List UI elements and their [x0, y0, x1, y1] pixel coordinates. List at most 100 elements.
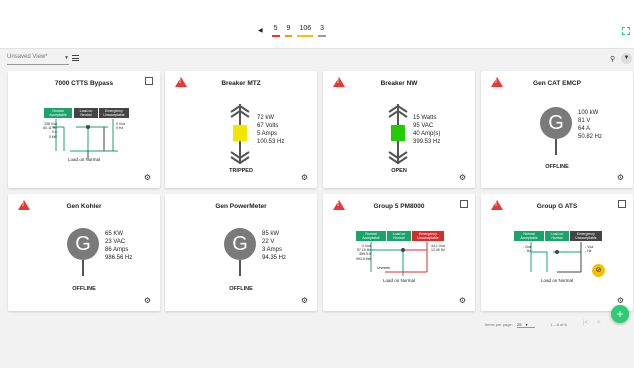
chevron-down-icon: ▼ [64, 55, 69, 61]
view-select-value: Unsaved View* [7, 54, 48, 60]
card-title: Breaker NW [380, 80, 418, 87]
right-frequency: 12.49 Hz [431, 248, 446, 253]
first-page-icon[interactable]: |< [583, 320, 588, 326]
load-status: Load on Normal [382, 278, 416, 283]
gear-icon[interactable]: ⚙ [459, 173, 466, 182]
filter-button[interactable]: ▼ [621, 53, 632, 64]
gear-icon[interactable]: ⚙ [301, 173, 308, 182]
list-icon[interactable] [72, 55, 79, 63]
previous-page-icon[interactable]: < [597, 320, 601, 326]
gear-icon[interactable]: ⚙ [144, 173, 151, 182]
expand-icon[interactable] [622, 27, 630, 35]
reading-voltage: 67 Volts [257, 123, 279, 129]
left-power: 0 kW [49, 134, 57, 139]
transfer-switch-diagram [52, 119, 118, 159]
reading-current: 64 A [578, 126, 591, 132]
items-per-page-label: Items per page: [485, 322, 513, 327]
card-title: Gen CAT EMCP [533, 80, 581, 87]
reading-frequency: 94.35 Hz [262, 255, 287, 261]
breaker-status: TRIPPED [229, 168, 253, 174]
reading-voltage: 22 V [262, 239, 275, 245]
reading-current: 40 Amp(s) [413, 131, 441, 137]
top-bar: ◀ 5 9 106 3 [0, 0, 634, 49]
right-values: 0 Vca 0 Hz [116, 122, 125, 130]
filter-icon: ▼ [623, 55, 630, 61]
card-group-g-ats[interactable]: ! Group G ATS Normal Acceptable Load on … [481, 194, 633, 311]
major-count[interactable]: 9 [284, 24, 293, 37]
card-breaker-nw[interactable]: ! Breaker NW 15 Watts 95 VAC 40 Amp(s) 3… [323, 71, 475, 188]
generator-icon: G [67, 228, 99, 260]
gear-icon[interactable]: ⚙ [617, 296, 624, 305]
alarm-counts: ◀ 5 9 106 3 [258, 24, 327, 37]
generator-icon: G [224, 228, 256, 260]
left-frequency: - Hz [524, 249, 531, 254]
breaker-status: OPEN [391, 168, 407, 174]
reading-frequency: 986.56 Hz [105, 255, 133, 261]
reading-power: 72 kW [257, 115, 275, 121]
reading-voltage: 23 VAC [105, 239, 126, 245]
generator-readings: 85 kW 22 V 3 Amps 94.35 Hz [262, 230, 314, 262]
items-per-page-select[interactable]: 25 ▾ [517, 322, 535, 328]
generator-readings: 100 kW 81 V 64 A 50.82 Hz [578, 109, 630, 141]
reading-current: 86 Amps [105, 247, 129, 253]
card-title: Gen Kohler [66, 203, 102, 210]
right-values: - Vca - Hz [585, 245, 593, 253]
gear-icon[interactable]: ⚙ [617, 173, 624, 182]
card-title: Breaker MTZ [221, 80, 261, 87]
add-button[interactable]: + [611, 305, 629, 323]
minor-count[interactable]: 106 [297, 24, 314, 37]
view-select[interactable]: Unsaved View* ▼ [7, 54, 69, 65]
reading-voltage: 81 V [578, 118, 591, 124]
generator-status: OFFLINE [545, 164, 569, 170]
transfer-switch-diagram [370, 242, 428, 276]
reading-frequency: 399.53 Hz [413, 139, 441, 145]
reading-voltage: 95 VAC [413, 123, 434, 129]
left-power: 992.6 kW [356, 256, 371, 261]
generator-status: OFFLINE [72, 286, 96, 292]
left-values: 0 Vca 57.19 Hz 359.9 A 992.6 kW [353, 244, 371, 261]
gear-icon[interactable]: ⚙ [301, 296, 308, 305]
generator-stem [82, 260, 84, 276]
left-values: 208 Vca 60.11 Hz 0 A 0 kW [41, 122, 57, 139]
gear-icon[interactable]: ⚙ [459, 296, 466, 305]
generator-icon: G [540, 107, 572, 139]
card-breaker-mtz[interactable]: ! Breaker MTZ 72 kW 67 Volts 5 Amps 100.… [165, 71, 317, 188]
previous-arrow-icon[interactable]: ◀ [258, 27, 263, 34]
breaker-icon [388, 104, 408, 164]
generator-stem [555, 139, 557, 155]
breaker-readings: 15 Watts 95 VAC 40 Amp(s) 399.53 Hz [413, 114, 473, 146]
breaker-icon [230, 104, 250, 164]
generator-status: OFFLINE [229, 286, 253, 292]
card-gen-powermeter[interactable]: Gen PowerMeter G 85 kW 22 V 3 Amps 94.35… [165, 194, 317, 311]
card-group-5-pm8000[interactable]: ! Group 5 PM8000 Normal Acceptable Load … [323, 194, 475, 311]
reading-current: 3 Amps [262, 247, 283, 253]
disconnected-plug-icon: ⊘ [592, 264, 605, 277]
right-values: 44.1 Vca 12.49 Hz [431, 244, 445, 252]
load-status: Load on Normal [67, 157, 101, 162]
generator-stem [239, 260, 241, 276]
middle-label: Unmeter [377, 266, 391, 270]
reading-frequency: 100.53 Hz [257, 139, 285, 145]
right-frequency: 0 Hz [116, 126, 124, 131]
info-count[interactable]: 3 [318, 24, 327, 37]
generator-readings: 65 KW 23 VAC 86 Amps 986.56 Hz [105, 230, 157, 262]
transfer-switch-diagram [530, 242, 582, 273]
reading-power: 15 Watts [413, 115, 437, 121]
load-status: Load on Normal [540, 278, 574, 283]
items-per-page-value: 25 [517, 322, 522, 327]
card-title: Gen PowerMeter [215, 203, 267, 210]
right-frequency: - Hz [585, 249, 592, 254]
reading-frequency: 50.82 Hz [578, 134, 603, 140]
card-7000-ctts-bypass[interactable]: 7000 CTTS Bypass Normal Acceptable Load … [8, 71, 160, 188]
page-range: 1 – 8 of 8 [550, 322, 567, 327]
reading-power: 100 kW [578, 110, 599, 116]
card-gen-kohler[interactable]: ! Gen Kohler G 65 KW 23 VAC 86 Amps 986.… [8, 194, 160, 311]
breaker-readings: 72 kW 67 Volts 5 Amps 100.53 Hz [257, 114, 315, 146]
view-bar: Unsaved View* ▼ ⚲ ▼ [0, 50, 634, 68]
critical-count[interactable]: 5 [271, 24, 280, 37]
reading-current: 5 Amps [257, 131, 278, 137]
chevron-down-icon: ▾ [525, 322, 528, 327]
gear-icon[interactable]: ⚙ [144, 296, 151, 305]
card-gen-cat-emcp[interactable]: ! Gen CAT EMCP G 100 kW 81 V 64 A 50.82 … [481, 71, 633, 188]
search-icon[interactable]: ⚲ [610, 55, 615, 63]
